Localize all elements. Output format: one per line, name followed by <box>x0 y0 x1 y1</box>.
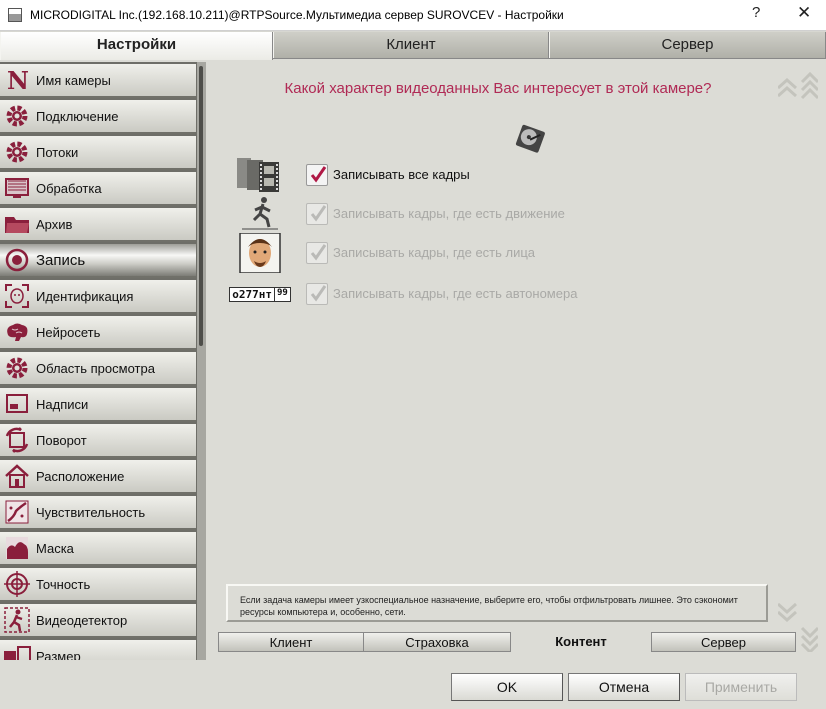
title-bar: MICRODIGITAL Inc.(192.168.10.211)@RTPSou… <box>0 0 826 31</box>
option-record-motion: Записывать кадры, где есть движение <box>228 195 658 233</box>
target-icon <box>2 570 32 598</box>
record-faces-checkbox[interactable] <box>306 242 328 264</box>
sidebar-item-rotation[interactable]: Поворот <box>0 424 196 458</box>
running-man-icon <box>2 606 32 634</box>
camera-name-icon: N <box>2 66 32 94</box>
option-record-plates: о277нт 99 Записывать кадры, где есть авто… <box>228 275 658 313</box>
sidebar-item-captions[interactable]: Надписи <box>0 388 196 422</box>
sidebar-item-record[interactable]: Запись <box>0 244 196 278</box>
option-record-faces: Записывать кадры, где есть лица <box>228 233 658 273</box>
subtab-server[interactable]: Сервер <box>651 632 796 652</box>
tab-server[interactable]: Сервер <box>549 32 826 58</box>
sidebar-item-view-area[interactable]: Область просмотра <box>0 352 196 386</box>
page-question: Какой характер видеоданных Вас интересуе… <box>284 80 712 97</box>
face-icon <box>2 282 32 310</box>
size-icon <box>2 642 32 660</box>
option-label: Записывать кадры, где есть автономера <box>333 286 578 301</box>
sidebar-item-camera-name[interactable]: N Имя камеры <box>0 64 196 98</box>
sidebar-item-processing[interactable]: Обработка <box>0 172 196 206</box>
sidebar-item-archive[interactable]: Архив <box>0 208 196 242</box>
option-label: Записывать все кадры <box>333 167 470 182</box>
sidebar-item-label: Расположение <box>36 468 125 484</box>
hint-box: Если задача камеры имеет узкоспециальное… <box>226 584 768 622</box>
running-man-icon <box>228 195 292 233</box>
sidebar-item-neural-network[interactable]: Нейросеть <box>0 316 196 350</box>
record-plates-checkbox[interactable] <box>306 283 328 305</box>
sidebar-item-label: Запись <box>36 251 86 269</box>
face-portrait-icon <box>228 233 292 273</box>
sidebar-item-label: Поворот <box>36 432 87 448</box>
scroll-up-arrows-icon[interactable] <box>777 71 820 115</box>
subtab-insurance[interactable]: Страховка <box>363 632 511 652</box>
sidebar-item-identification[interactable]: Идентификация <box>0 280 196 314</box>
close-button[interactable]: ✕ <box>797 3 811 23</box>
sidebar-item-label: Потоки <box>36 144 79 160</box>
sidebar-item-label: Имя камеры <box>36 72 111 88</box>
tab-settings[interactable]: Настройки <box>0 32 273 60</box>
house-icon <box>2 462 32 490</box>
sidebar-item-label: Идентификация <box>36 288 134 304</box>
rotate-icon <box>2 426 32 454</box>
hard-disk-icon <box>514 124 548 159</box>
sidebar-item-size[interactable]: Размер <box>0 640 196 660</box>
sidebar-item-label: Обработка <box>36 180 102 196</box>
sidebar-item-sensitivity[interactable]: Чувствительность <box>0 496 196 530</box>
sidebar-item-label: Область просмотра <box>36 360 155 376</box>
license-plate-icon: о277нт 99 <box>228 275 292 313</box>
record-icon <box>2 246 32 274</box>
main-tab-bar: Настройки Клиент Сервер <box>0 31 826 60</box>
sub-tab-bar: Клиент Страховка Контент Сервер <box>218 632 796 652</box>
sidebar-item-label: Точность <box>36 576 91 592</box>
gear-icon <box>2 102 32 130</box>
sidebar-item-label: Маска <box>36 540 74 556</box>
option-label: Записывать кадры, где есть движение <box>333 206 565 221</box>
option-record-all: Записывать все кадры <box>228 156 658 194</box>
content-panel: Какой характер видеоданных Вас интересуе… <box>218 62 826 660</box>
option-label: Записывать кадры, где есть лица <box>333 245 536 260</box>
sidebar-scrollbar[interactable] <box>197 62 206 660</box>
sidebar-item-label: Размер <box>36 648 81 661</box>
sidebar-item-streams[interactable]: Потоки <box>0 136 196 170</box>
sidebar-item-label: Надписи <box>36 396 89 412</box>
sidebar-item-label: Нейросеть <box>36 324 101 340</box>
brain-icon <box>2 318 32 346</box>
sidebar-item-label: Подключение <box>36 108 119 124</box>
svg-text:N: N <box>7 67 29 93</box>
sidebar-item-location[interactable]: Расположение <box>0 460 196 494</box>
scrollbar-thumb[interactable] <box>199 66 203 346</box>
record-all-checkbox[interactable] <box>306 164 328 186</box>
plate-number: о277нт <box>232 287 272 301</box>
tab-client[interactable]: Клиент <box>273 32 549 58</box>
record-motion-checkbox[interactable] <box>306 203 328 225</box>
sidebar-item-label: Видеодетектор <box>36 612 128 628</box>
apply-button[interactable]: Применить <box>685 673 797 701</box>
ok-button[interactable]: OK <box>451 673 563 701</box>
sensitivity-icon <box>2 498 32 526</box>
sidebar: N Имя камеры Подключение Потоки Обработк… <box>0 62 206 660</box>
help-button[interactable]: ? <box>752 4 760 21</box>
sidebar-item-mask[interactable]: Маска <box>0 532 196 566</box>
subtab-client[interactable]: Клиент <box>218 632 364 652</box>
sidebar-item-accuracy[interactable]: Точность <box>0 568 196 602</box>
mask-icon <box>2 534 32 562</box>
sidebar-item-connection[interactable]: Подключение <box>0 100 196 134</box>
caption-icon <box>2 390 32 418</box>
film-icon <box>228 156 292 194</box>
sidebar-item-label: Чувствительность <box>36 504 146 520</box>
folder-icon <box>2 210 32 238</box>
plate-region: 99 <box>273 287 288 301</box>
cancel-button[interactable]: Отмена <box>568 673 680 701</box>
sidebar-item-video-detector[interactable]: Видеодетектор <box>0 604 196 638</box>
gear-icon <box>2 138 32 166</box>
subtab-content[interactable]: Контент <box>511 632 651 652</box>
gear-icon <box>2 354 32 382</box>
app-icon <box>8 8 22 22</box>
sidebar-item-label: Архив <box>36 216 73 232</box>
monitor-icon <box>2 174 32 202</box>
window-title: MICRODIGITAL Inc.(192.168.10.211)@RTPSou… <box>30 8 564 22</box>
